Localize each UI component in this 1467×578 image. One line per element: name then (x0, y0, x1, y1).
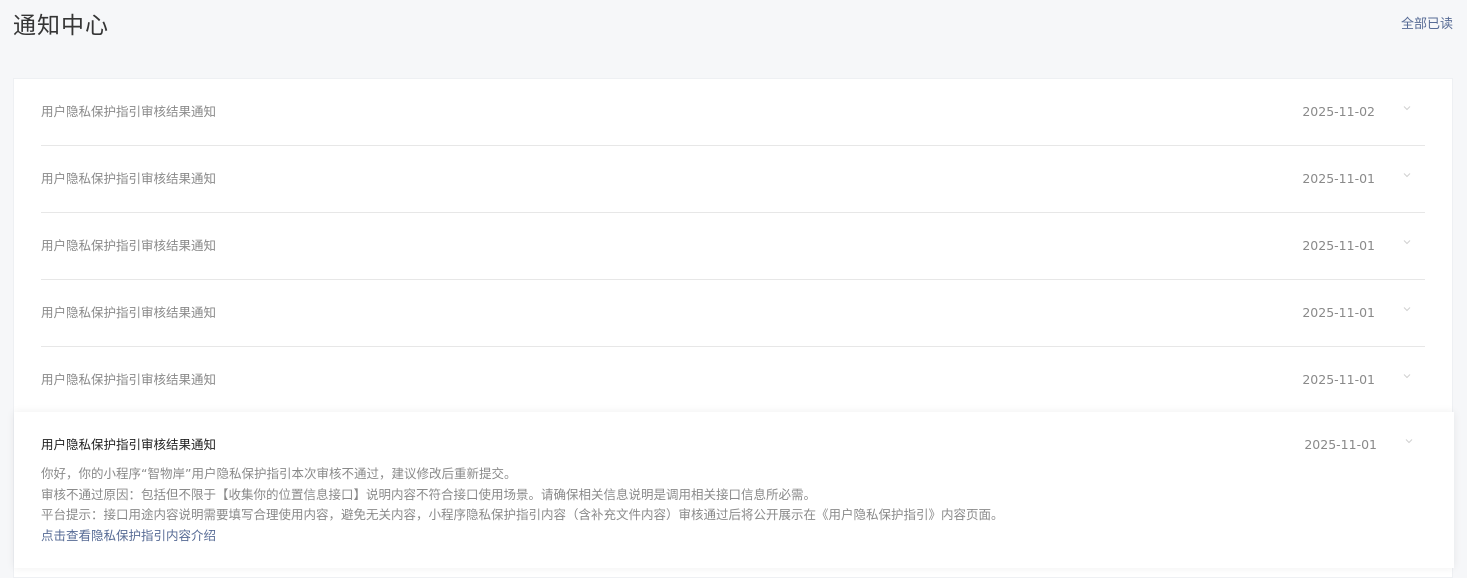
notification-title: 用户隐私保护指引审核结果通知 (41, 437, 217, 452)
notification-body-line: 审核不通过原因：包括但不限于【收集你的位置信息接口】说明内容不符合接口使用场景。… (41, 486, 817, 502)
chevron-down-icon[interactable] (1401, 370, 1413, 382)
notification-date: 2025-11-01 (1304, 437, 1377, 452)
notification-list: 用户隐私保护指引审核结果通知 2025-11-02 用户隐私保护指引审核结果通知… (13, 78, 1454, 578)
chevron-down-icon[interactable] (1403, 435, 1415, 447)
notification-date: 2025-11-01 (1302, 305, 1375, 320)
notification-date: 2025-11-01 (1302, 372, 1375, 387)
notification-row[interactable]: 用户隐私保护指引审核结果通知 2025-11-02 (41, 79, 1425, 146)
notification-body-line: 平台提示：接口用途内容说明需要填写合理使用内容，避免无关内容，小程序隐私保护指引… (41, 507, 1004, 522)
notification-date: 2025-11-01 (1302, 171, 1375, 186)
notification-row[interactable]: 用户隐私保护指引审核结果通知 2025-11-01 (41, 146, 1425, 213)
privacy-guide-intro-link[interactable]: 点击查看隐私保护指引内容介绍 (41, 526, 1004, 547)
notification-row[interactable]: 用户隐私保护指引审核结果通知 2025-11-01 (41, 280, 1425, 347)
chevron-down-icon[interactable] (1401, 303, 1413, 315)
notification-title: 用户隐私保护指引审核结果通知 (41, 238, 217, 253)
page-title: 通知中心 (13, 13, 109, 39)
mark-all-read-button[interactable]: 全部已读 (1401, 15, 1453, 35)
notification-title: 用户隐私保护指引审核结果通知 (41, 104, 217, 119)
notification-date: 2025-11-01 (1302, 238, 1375, 253)
notification-row[interactable]: 用户隐私保护指引审核结果通知 2025-11-01 (41, 347, 1425, 414)
notification-center-page: 通知中心 全部已读 用户隐私保护指引审核结果通知 2025-11-02 用户隐私… (0, 0, 1467, 578)
chevron-down-icon[interactable] (1401, 169, 1413, 181)
notification-title: 用户隐私保护指引审核结果通知 (41, 305, 217, 320)
notification-row-expanded[interactable]: 用户隐私保护指引审核结果通知 2025-11-01 你好，你的小程序“智物岸”用… (14, 412, 1454, 568)
notification-body: 你好，你的小程序“智物岸”用户隐私保护指引本次审核不通过，建议修改后重新提交。 … (41, 464, 1004, 546)
chevron-down-icon[interactable] (1401, 102, 1413, 114)
notification-body-line: 你好，你的小程序“智物岸”用户隐私保护指引本次审核不通过，建议修改后重新提交。 (41, 466, 517, 481)
notification-title: 用户隐私保护指引审核结果通知 (41, 372, 217, 387)
chevron-down-icon[interactable] (1401, 236, 1413, 248)
notification-title: 用户隐私保护指引审核结果通知 (41, 171, 217, 186)
notification-date: 2025-11-02 (1302, 104, 1375, 119)
notification-row[interactable]: 用户隐私保护指引审核结果通知 2025-11-01 (41, 213, 1425, 280)
